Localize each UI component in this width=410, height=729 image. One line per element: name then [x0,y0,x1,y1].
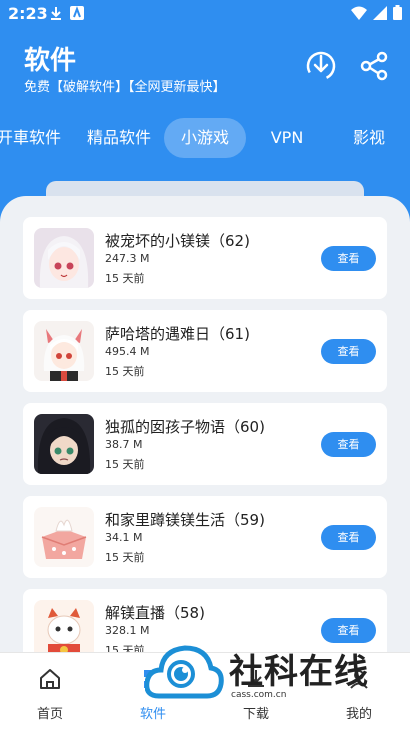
tab-mini-games[interactable]: 小游戏 [164,118,246,158]
page-subtitle: 免费【破解软件】【全网更新最快】 [24,80,226,95]
game-size: 328.1 M [105,624,150,637]
download-icon [51,7,61,20]
signal-icon [373,5,387,20]
game-title: 独孤的囡孩子物语（60) [105,418,265,436]
game-date: 15 天前 [105,458,145,471]
game-size: 247.3 M [105,252,150,265]
list-item[interactable]: 萨哈塔的遇难日（61) 495.4 M 15 天前 查看 [23,310,387,392]
page-title: 软件 [24,46,77,76]
nav-label: 首页 [36,707,63,722]
view-button[interactable]: 查看 [321,339,376,364]
game-title: 被宠坏的小镁镁（62) [105,232,250,250]
game-list-panel[interactable]: 被宠坏的小镁镁（62) 247.3 M 15 天前 查看 萨哈塔的遇难日（61)… [0,196,410,656]
game-thumbnail [34,507,94,567]
watermark-logo: 社科在线 cass.com.cn [145,640,385,706]
view-button[interactable]: 查看 [321,525,376,550]
list-item[interactable]: 和家里蹲镁镁生活（59) 34.1 M 15 天前 查看 [23,496,387,578]
status-bar: 2:23 [0,0,410,28]
game-title: 萨哈塔的遇难日（61) [105,325,250,343]
share-icon [360,51,388,81]
game-title: 和家里蹲镁镁生活（59) [105,511,265,529]
watermark-url: cass.com.cn [231,690,287,700]
game-thumbnail [34,321,94,381]
game-date: 15 天前 [105,272,145,285]
game-date: 15 天前 [105,365,145,378]
download-icon [306,51,336,81]
cloud-logo-icon [145,645,224,699]
view-button[interactable]: 查看 [321,432,376,457]
game-size: 38.7 M [105,438,143,451]
list-item[interactable]: 被宠坏的小镁镁（62) 247.3 M 15 天前 查看 [23,217,387,299]
view-button[interactable]: 查看 [321,246,376,271]
app-icon [70,6,84,20]
nav-item-home[interactable]: 首页 [0,653,100,729]
wifi-icon [351,6,367,20]
status-system-icons [351,5,402,20]
download-button[interactable] [303,48,339,84]
battery-icon [393,5,402,20]
category-tabs: 开車软件 精品软件 小游戏 VPN 影视 [0,116,410,160]
game-size: 34.1 M [105,531,143,544]
game-thumbnail [34,414,94,474]
tab-adult-software[interactable]: 开車软件 [0,118,62,158]
tab-vpn[interactable]: VPN [262,118,312,158]
status-time: 2:23 [8,4,48,23]
tab-premium-software[interactable]: 精品软件 [82,118,156,158]
share-button[interactable] [357,48,391,84]
home-icon [40,669,60,689]
game-thumbnail [34,228,94,288]
watermark-text: 社科在线 [229,652,369,692]
status-notification-icons [50,6,84,20]
list-item[interactable]: 独孤的囡孩子物语（60) 38.7 M 15 天前 查看 [23,403,387,485]
game-thumbnail [34,600,94,656]
game-title: 解镁直播（58) [105,604,205,622]
game-date: 15 天前 [105,551,145,564]
tab-video[interactable]: 影视 [348,118,390,158]
game-size: 495.4 M [105,345,150,358]
